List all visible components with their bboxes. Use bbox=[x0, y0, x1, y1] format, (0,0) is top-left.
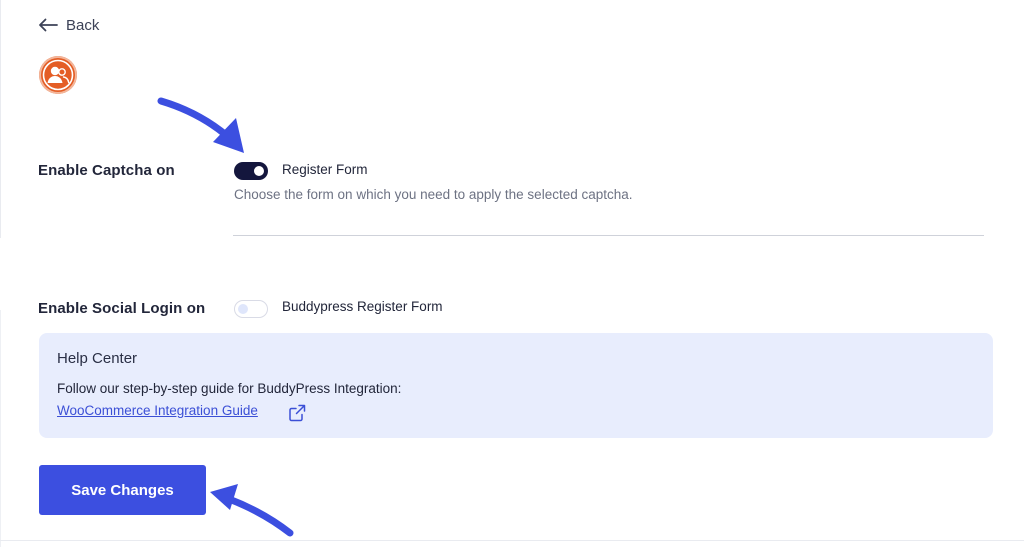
annotation-arrow-icon bbox=[210, 484, 294, 537]
